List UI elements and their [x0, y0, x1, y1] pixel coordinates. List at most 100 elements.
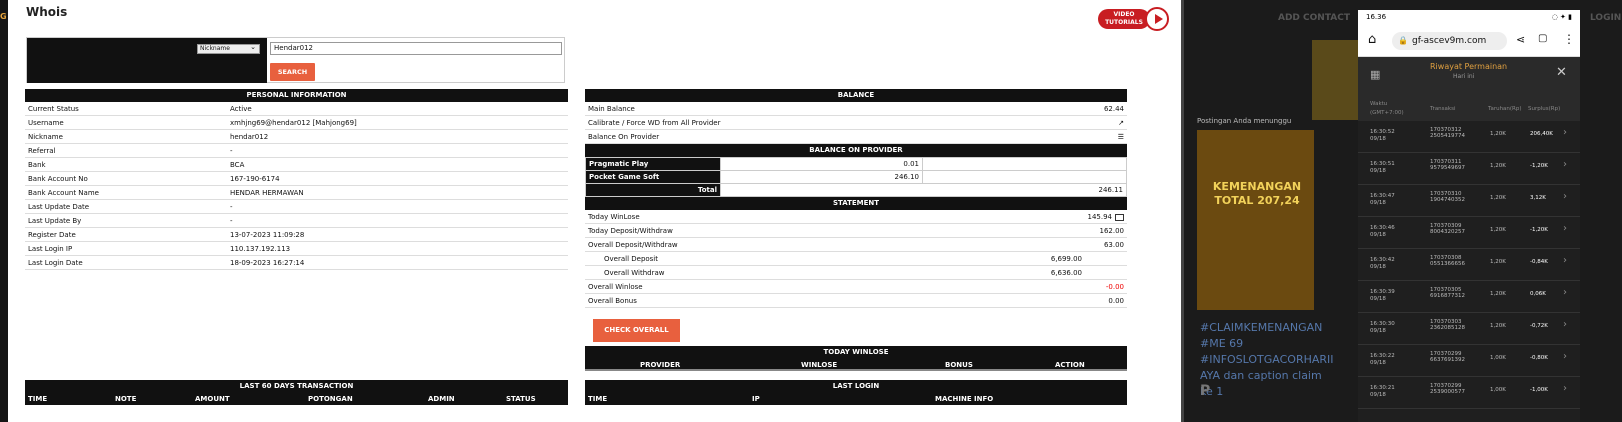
row-bet: 1,20K [1490, 195, 1506, 201]
statement-row: Overall Winlose -0.00 [585, 280, 1127, 294]
video-tutorials-button[interactable]: VIDEO TUTORIALS [1098, 7, 1170, 31]
column-header: TIME [588, 395, 608, 403]
field-label: Bank Account Name [28, 189, 99, 197]
row-bet: 1,20K [1490, 131, 1506, 137]
field-value: hendar012 [230, 133, 269, 141]
statement-value: 162.00 [1099, 227, 1125, 235]
field-value: 110.137.192.113 [230, 245, 291, 253]
list-icon[interactable] [1115, 213, 1124, 221]
table-row: Pocket Game Soft 246.10 [585, 170, 1127, 184]
chevron-right-icon: › [1563, 127, 1567, 138]
field-label: Bank Account No [28, 175, 88, 183]
chevron-right-icon: › [1563, 351, 1567, 362]
page-title: Whois [26, 5, 68, 19]
statement-label: Today WinLose [588, 213, 640, 221]
field-label: Last Update Date [28, 203, 90, 211]
game-history-row[interactable]: 16:30:30 09/18 170370303 2362085128 1,20K -0,… [1358, 313, 1580, 345]
game-history-row[interactable]: 16:30:51 09/18 170370311 9579549697 1,20K -1,… [1358, 153, 1580, 185]
search-type-select[interactable]: Nickname [197, 43, 260, 54]
main-balance-row: Main Balance 62.44 [585, 102, 1127, 116]
game-history-row[interactable]: 16:30:21 09/18 170370299 2539000577 1,00K -1,… [1358, 377, 1580, 409]
post-caption: Postingan Anda menunggu [1197, 117, 1292, 125]
game-history-row[interactable]: 16:30:39 09/18 170370305 6916877312 1,20K 0,0… [1358, 281, 1580, 313]
left-background-strip: G [0, 0, 8, 422]
last-login-columns: TIME IP MACHINE INFO [585, 393, 1127, 405]
row-transaction-2: 6916877312 [1430, 293, 1465, 299]
chevron-right-icon: › [1563, 191, 1567, 202]
row-time: 16:30:39 [1370, 289, 1395, 295]
main-balance-label: Main Balance [588, 105, 635, 113]
row-bet: 1,20K [1490, 259, 1506, 265]
row-transaction-2: 6637691392 [1430, 357, 1465, 363]
column-header: BONUS [945, 361, 973, 369]
column-header: Surplus(Rp) [1528, 106, 1561, 112]
game-history-row[interactable]: 16:30:42 09/18 170370308 0551366656 1,20K -0,… [1358, 249, 1580, 281]
provider-name: Pragmatic Play [585, 157, 721, 171]
column-header: POTONGAN [308, 395, 353, 403]
column-header: STATUS [506, 395, 536, 403]
check-overall-button[interactable]: CHECK OVERALL [593, 319, 680, 342]
column-header: MACHINE INFO [935, 395, 994, 403]
statement-value: 145.94 [1088, 210, 1124, 224]
row-surplus: 3,12K [1530, 195, 1546, 201]
url-text: gf-ascev9m.com [1412, 36, 1487, 46]
column-header: PROVIDER [640, 361, 681, 369]
provider-value: 246.10 [720, 170, 923, 184]
column-header: NOTE [115, 395, 137, 403]
balance-on-provider-label: Balance On Provider [588, 133, 660, 141]
add-contact-link[interactable]: ADD CONTACT [1278, 13, 1350, 23]
side-letter: G [0, 12, 7, 21]
row-date: 09/18 [1370, 360, 1386, 366]
personal-info-row: Last Login Date 18-09-2023 16:27:14 [25, 256, 568, 270]
personal-info-row: Nickname hendar012 [25, 130, 568, 144]
search-input[interactable]: Hendar012 [270, 42, 562, 55]
game-history-row[interactable]: 16:30:46 09/18 170370309 8004320257 1,20K -1,… [1358, 217, 1580, 249]
statement-row: Today Deposit/Withdraw 162.00 [585, 224, 1127, 238]
game-history-header: ▦ Riwayat Permainan Hari ini ✕ [1358, 57, 1580, 97]
last-login-header: LAST LOGIN [585, 380, 1127, 393]
row-surplus: -1,20K [1530, 227, 1548, 233]
field-value: 13-07-2023 11:09:28 [230, 231, 305, 239]
empty-cell [922, 157, 1127, 171]
field-label: Username [28, 119, 64, 127]
field-value: 18-09-2023 16:27:14 [230, 259, 305, 267]
list-icon[interactable]: ☰ [1118, 130, 1124, 144]
personal-info-row: Register Date 13-07-2023 11:09:28 [25, 228, 568, 242]
balance-on-provider-row: Balance On Provider ☰ [585, 130, 1127, 144]
url-field[interactable]: 🔒 gf-ascev9m.com [1392, 32, 1507, 50]
more-icon[interactable]: ⋮ [1563, 32, 1575, 46]
status-time: 16.36 [1366, 13, 1387, 21]
login-link[interactable]: LOGIN [1590, 13, 1621, 23]
field-value: 167-190-6174 [230, 175, 280, 183]
personal-info-row: Referral - [25, 144, 568, 158]
game-history-row[interactable]: 16:30:47 09/18 170370310 1904740352 1,20K 3,1… [1358, 185, 1580, 217]
game-history-row[interactable]: 16:30:52 09/18 170370312 2505419774 1,20K 206… [1358, 121, 1580, 153]
tabs-icon[interactable]: ▢ [1538, 33, 1547, 44]
share-icon[interactable]: ⋖ [1516, 33, 1525, 46]
post-image-text: KEMENANGAN TOTAL 207,24 [1212, 180, 1302, 207]
column-header: ADMIN [428, 395, 455, 403]
field-label: Bank [28, 161, 46, 169]
external-link-icon[interactable]: ↗ [1118, 116, 1124, 130]
total-label: Total [585, 183, 721, 197]
close-icon[interactable]: ✕ [1556, 65, 1567, 80]
field-value: BCA [230, 161, 245, 169]
calendar-icon[interactable]: ▦ [1370, 68, 1380, 81]
search-button[interactable]: SEARCH [270, 63, 315, 81]
field-label: Current Status [28, 105, 79, 113]
total-value: 246.11 [720, 183, 1127, 197]
home-icon[interactable]: ⌂ [1368, 32, 1376, 47]
chevron-right-icon: › [1563, 383, 1567, 394]
row-surplus: -0,72K [1530, 323, 1548, 329]
personal-info-row: Username xmhjng69@hendar012 [Mahjong69] [25, 116, 568, 130]
game-history-row[interactable]: 16:30:22 09/18 170370299 6637691392 1,00K -0,… [1358, 345, 1580, 377]
row-bet: 1,20K [1490, 227, 1506, 233]
browser-url-bar: ⌂ 🔒 gf-ascev9m.com ⋖ ▢ ⋮ [1358, 25, 1580, 57]
row-time: 16:30:21 [1370, 385, 1395, 391]
statement-row: Overall Bonus 0.00 [585, 294, 1127, 308]
phone-screenshot: 16.36 ◌ ✦ ▮ ⌂ 🔒 gf-ascev9m.com ⋖ ▢ ⋮ ▦ R… [1358, 10, 1580, 422]
field-label: Referral [28, 147, 56, 155]
row-time: 16:30:22 [1370, 353, 1395, 359]
row-time: 16:30:46 [1370, 225, 1395, 231]
empty-cell [922, 170, 1127, 184]
